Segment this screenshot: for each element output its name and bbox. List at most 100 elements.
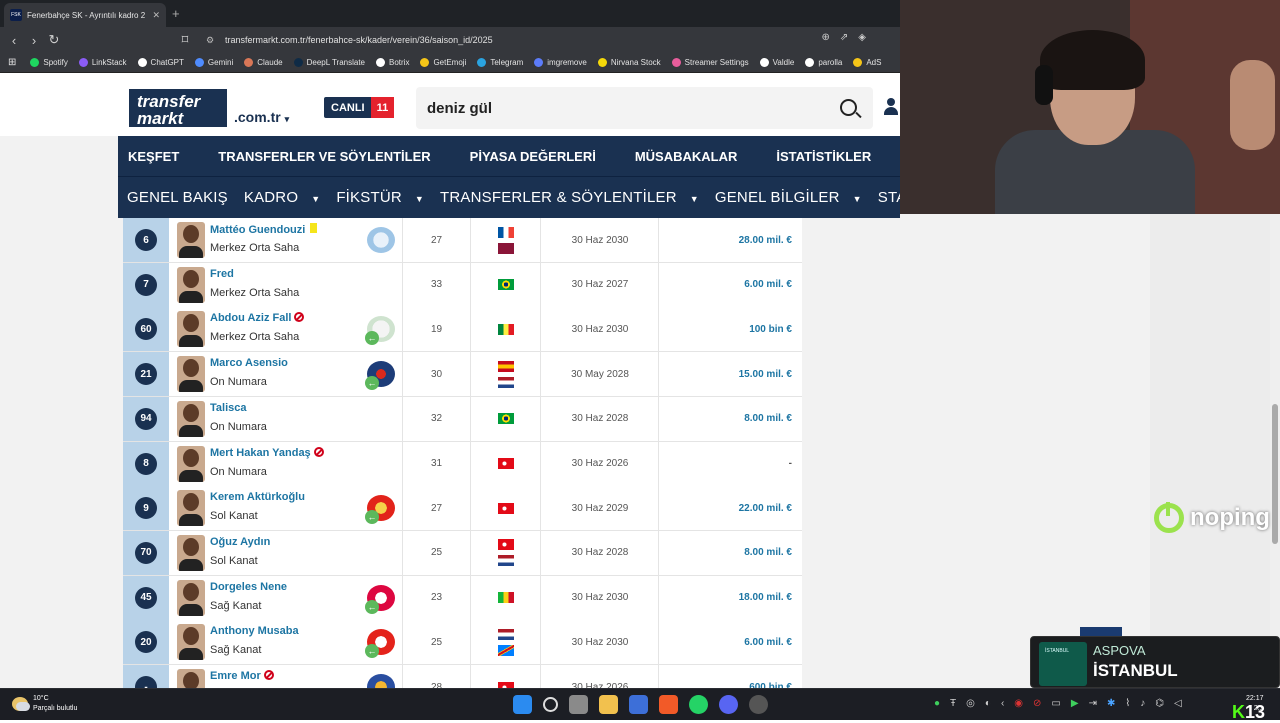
- player-photo[interactable]: [177, 624, 205, 661]
- tray-tb-icon[interactable]: Ŧ: [950, 698, 956, 709]
- bookmark-chatgpt[interactable]: ChatGPT: [137, 58, 184, 67]
- bookmark-nirvana-stock[interactable]: Nirvana Stock: [597, 58, 661, 67]
- obs-icon[interactable]: [749, 695, 768, 714]
- back-icon[interactable]: ‹: [4, 33, 24, 48]
- player-name-link[interactable]: Kerem Aktürkoğlu: [210, 491, 305, 503]
- user-icon[interactable]: [884, 98, 898, 116]
- player-name-link[interactable]: Anthony Musaba: [210, 625, 299, 637]
- weather-widget[interactable]: 10°C Parçalı bulutlu: [12, 694, 77, 714]
- search-icon[interactable]: [840, 99, 857, 116]
- market-value-link[interactable]: 8.00 mil. €: [659, 531, 792, 575]
- note-icon[interactable]: [310, 223, 318, 233]
- player-name-link[interactable]: Dorgeles Nene: [210, 581, 287, 593]
- tray-controller-icon[interactable]: ◐: [985, 698, 991, 709]
- main-nav-item[interactable]: TRANSFERLER VE SÖYLENTİLER: [218, 149, 430, 164]
- network-icon[interactable]: ⌬: [1155, 698, 1164, 709]
- player-name-link[interactable]: Marco Asensio: [210, 357, 288, 369]
- player-photo[interactable]: [177, 490, 205, 527]
- bookmark-parolla[interactable]: parolla: [805, 58, 842, 67]
- player-photo[interactable]: [177, 400, 205, 437]
- player-photo[interactable]: [177, 356, 205, 393]
- player-photo[interactable]: [177, 445, 205, 482]
- bookmark-streamer-settings[interactable]: Streamer Settings: [671, 58, 749, 67]
- player-photo[interactable]: [177, 579, 205, 616]
- apps-grid-icon[interactable]: ⊞: [8, 57, 16, 68]
- player-name-link[interactable]: Mert Hakan Yandaş: [210, 446, 324, 459]
- player-name-link[interactable]: Oğuz Aydın: [210, 536, 270, 548]
- zoom-icon[interactable]: ⊕: [822, 32, 830, 43]
- player-photo[interactable]: [177, 534, 205, 571]
- player-name-link[interactable]: Emre Mor: [210, 670, 274, 682]
- player-photo[interactable]: [177, 669, 205, 688]
- share-icon[interactable]: ⇗: [840, 32, 848, 43]
- page-scrollbar[interactable]: [1270, 214, 1280, 688]
- main-nav-item[interactable]: İSTATİSTİKLER: [776, 149, 871, 164]
- live-button[interactable]: CANLI 11: [324, 97, 395, 118]
- new-tab-icon[interactable]: +: [172, 6, 180, 21]
- player-photo[interactable]: [177, 311, 205, 348]
- market-value-link[interactable]: 22.00 mil. €: [659, 486, 792, 530]
- tray-settings-icon[interactable]: ◎: [966, 698, 975, 709]
- sub-nav-item[interactable]: STADYUM▼: [878, 189, 900, 206]
- site-info-icon[interactable]: ⚙: [206, 35, 214, 46]
- sub-nav-item[interactable]: GENEL BAKIŞ: [127, 189, 236, 206]
- search-icon[interactable]: [543, 697, 558, 712]
- market-value-link[interactable]: 15.00 mil. €: [659, 352, 792, 396]
- bookmark-spotify[interactable]: Spotify: [30, 58, 68, 67]
- bookmark-valdle[interactable]: Valdle: [759, 58, 794, 67]
- close-tab-icon[interactable]: ✕: [152, 10, 160, 21]
- sub-nav-item[interactable]: GENEL BİLGİLER ▼: [715, 189, 870, 206]
- file-explorer-icon[interactable]: [599, 695, 618, 714]
- sub-nav-item[interactable]: KADRO ▼: [244, 189, 328, 206]
- tray-mic-icon[interactable]: ⌇: [1125, 698, 1130, 709]
- suspension-icon[interactable]: [263, 670, 274, 680]
- url-field[interactable]: ⚙ transfermarkt.com.tr/fenerbahce-sk/kad…: [200, 30, 872, 50]
- tray-play-icon[interactable]: ▶: [1071, 698, 1079, 709]
- windows-start-icon[interactable]: [513, 695, 532, 714]
- market-value-link[interactable]: 600 bin €: [659, 665, 792, 689]
- browser-tab-active[interactable]: FSK Fenerbahçe SK - Ayrıntılı kadro 2 ✕: [4, 3, 166, 27]
- tray-window-icon[interactable]: ▭: [1051, 698, 1060, 709]
- store-icon[interactable]: [629, 695, 648, 714]
- market-value-link[interactable]: 8.00 mil. €: [659, 397, 792, 441]
- bookmark-claude[interactable]: Claude: [244, 58, 283, 67]
- bookmark-botrix[interactable]: Botrix: [376, 58, 409, 67]
- task-view-icon[interactable]: [569, 695, 588, 714]
- shield-icon[interactable]: ◈: [858, 32, 866, 43]
- suspension-icon[interactable]: [313, 446, 324, 457]
- tray-record-icon[interactable]: ◉: [1014, 698, 1023, 709]
- previous-club-logo-icon[interactable]: [367, 674, 395, 688]
- discord-icon[interactable]: [719, 695, 738, 714]
- bookmark-ads[interactable]: AdS: [853, 58, 881, 67]
- bookmark-telegram[interactable]: Telegram: [477, 58, 523, 67]
- bookmark-imgremove[interactable]: imgremove: [534, 58, 587, 67]
- suspension-icon[interactable]: [294, 312, 305, 323]
- player-name-link[interactable]: Talisca: [210, 402, 247, 414]
- brave-browser-icon[interactable]: [659, 695, 678, 714]
- tray-app-icon[interactable]: ●: [934, 698, 940, 709]
- player-name-link[interactable]: Mattéo Guendouzi: [210, 223, 318, 236]
- main-nav-item[interactable]: MÜSABAKALAR: [635, 149, 738, 164]
- market-value-link[interactable]: 18.00 mil. €: [659, 576, 792, 620]
- market-value-link[interactable]: 28.00 mil. €: [659, 218, 792, 262]
- market-value-link[interactable]: 6.00 mil. €: [659, 620, 792, 664]
- player-name-link[interactable]: Abdou Aziz Fall: [210, 312, 305, 324]
- search-input[interactable]: deniz gül: [416, 87, 873, 129]
- sub-nav-item[interactable]: FİKSTÜR ▼: [336, 189, 432, 206]
- bookmark-getemoji[interactable]: GetEmoji: [420, 58, 466, 67]
- previous-club-logo-icon[interactable]: [367, 227, 395, 253]
- volume-icon[interactable]: ◁: [1174, 698, 1182, 709]
- tray-stop-icon[interactable]: ⊘: [1033, 698, 1041, 709]
- scrollbar-thumb[interactable]: [1272, 404, 1278, 544]
- domain-selector[interactable]: .com.tr ▾: [234, 109, 289, 125]
- main-nav-item[interactable]: PİYASA DEĞERLERİ: [470, 149, 596, 164]
- whatsapp-icon[interactable]: [689, 695, 708, 714]
- market-value-link[interactable]: 100 bin €: [659, 307, 792, 351]
- transfermarkt-logo[interactable]: transfer markt: [129, 89, 227, 127]
- bookmark-icon[interactable]: ⌑: [175, 32, 195, 48]
- bookmark-gemini[interactable]: Gemini: [194, 58, 233, 67]
- tray-bell-icon[interactable]: ♪: [1140, 698, 1145, 709]
- player-name-link[interactable]: Fred: [210, 268, 234, 280]
- bookmark-linkstack[interactable]: LinkStack: [78, 58, 127, 67]
- player-photo[interactable]: [177, 222, 205, 258]
